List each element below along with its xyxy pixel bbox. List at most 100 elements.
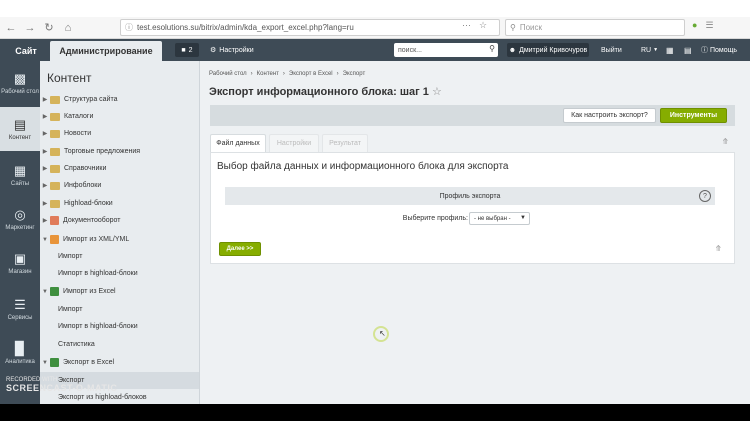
tree-item-offers[interactable]: ▶ Торговые предложения	[40, 143, 199, 160]
chevron-down-icon: ▼	[520, 215, 526, 221]
tree-label: Торговые предложения	[64, 148, 141, 155]
page-title: Экспорт информационного блока: шаг 1	[209, 86, 429, 98]
language-selector[interactable]: RU ▼	[641, 43, 658, 57]
rail-item-desktop[interactable]: ▩ Рабочий стол	[0, 61, 40, 105]
help-icon: ⓘ	[701, 47, 708, 54]
logout-link[interactable]: Выйти	[601, 43, 622, 57]
pin-icon[interactable]: ⤊	[722, 137, 729, 146]
reload-icon[interactable]: ↻	[41, 20, 57, 36]
profile-field-label: Выберите профиль:	[402, 215, 468, 222]
tree-label: Импорт из Excel	[63, 288, 116, 295]
tree-label: Импорт	[58, 306, 83, 313]
breadcrumb-item[interactable]: Контент	[257, 71, 279, 77]
tab-settings[interactable]: Настройки	[269, 134, 319, 152]
breadcrumb-item[interactable]: Экспорт	[343, 71, 366, 77]
search-icon[interactable]: ⚲	[489, 44, 495, 53]
tree-item-import-excel-import[interactable]: Импорт	[40, 301, 199, 318]
rail-item-content[interactable]: ▤ Контент	[0, 107, 40, 151]
expand-arrow-icon[interactable]: ▶	[40, 217, 50, 224]
bookmark-icon[interactable]: ☆	[479, 20, 487, 31]
tree-item-infoblocks[interactable]: ▶ Инфоблоки	[40, 177, 199, 194]
collapse-arrow-icon[interactable]: ▼	[40, 360, 50, 366]
expand-arrow-icon[interactable]: ▶	[40, 96, 50, 103]
collapse-arrow-icon[interactable]: ▼	[40, 289, 50, 295]
profile-select[interactable]: - не выбран - ▼	[469, 212, 530, 225]
expand-arrow-icon[interactable]: ▶	[40, 113, 50, 120]
settings-link[interactable]: ⚙ Настройки	[210, 43, 254, 57]
how-to-export-button[interactable]: Как настроить экспорт?	[563, 108, 656, 123]
extension-icon[interactable]: ●	[692, 20, 697, 31]
tools-button[interactable]: Инструменты	[660, 108, 727, 123]
more-icon[interactable]: ⋯	[462, 20, 471, 31]
rail-label: Контент	[8, 134, 32, 141]
top-strip	[0, 0, 750, 17]
expand-arrow-icon[interactable]: ▶	[40, 130, 50, 137]
tree-label: Инфоблоки	[64, 182, 102, 189]
help-question-icon[interactable]: ?	[699, 190, 711, 202]
expand-arrow-icon[interactable]: ▶	[40, 165, 50, 172]
collapse-arrow-icon[interactable]: ▼	[40, 237, 50, 243]
main-content: Рабочий стол › Контент › Экспорт в Excel…	[200, 61, 750, 404]
panel-icon[interactable]: ▤	[684, 43, 692, 57]
tree-item-export-excel[interactable]: ▼ Экспорт в Excel	[40, 354, 199, 371]
tree-item-import-excel[interactable]: ▼ Импорт из Excel	[40, 283, 199, 300]
tree-item-import-xml-highload[interactable]: Импорт в highload-блоки	[40, 265, 199, 282]
tree-item-import-xml[interactable]: ▼ Импорт из XML/YML	[40, 231, 199, 248]
expand-arrow-icon[interactable]: ▶	[40, 148, 50, 155]
rail-item-marketing[interactable]: ◎ Маркетинг	[0, 197, 40, 241]
notifications-button[interactable]: ■ 2	[175, 43, 199, 57]
tree-item-site-structure[interactable]: ▶ Структура сайта	[40, 91, 199, 108]
tree-label: Экспорт в Excel	[63, 359, 115, 366]
menu-icon[interactable]: ☰	[705, 20, 713, 31]
favorite-star-icon[interactable]: ☆	[432, 85, 442, 98]
export-form-panel: Выбор файла данных и информационного бло…	[210, 152, 735, 264]
grid-icon[interactable]: ▦	[666, 43, 674, 57]
folder-icon	[50, 164, 60, 173]
tree-item-references[interactable]: ▶ Справочники	[40, 160, 199, 177]
expand-arrow-icon[interactable]: ▶	[40, 182, 50, 189]
letterbox-bottom	[0, 404, 750, 421]
rail-item-sites[interactable]: ▦ Сайты	[0, 153, 40, 197]
help-link[interactable]: ⓘ Помощь	[701, 43, 737, 57]
browser-toolbar: ← → ↻ ⌂ ⓘ test.esolutions.su/bitrix/admi…	[0, 17, 750, 39]
tab-result[interactable]: Результат	[322, 134, 368, 152]
excel-icon	[50, 287, 59, 296]
tree-item-news[interactable]: ▶ Новости	[40, 125, 199, 142]
rail-label: Сервисы	[7, 314, 33, 321]
profile-field-row: Выберите профиль: - не выбран - ▼	[211, 212, 736, 226]
tree-item-import-xml-import[interactable]: Импорт	[40, 248, 199, 265]
pin-icon[interactable]: ⤊	[715, 244, 722, 253]
tree-item-statistics[interactable]: Статистика	[40, 336, 199, 353]
tree-item-workflow[interactable]: ▶ Документооборот	[40, 212, 199, 229]
tree-item-highload[interactable]: ▶ Highload-блоки	[40, 195, 199, 212]
rail-item-shop[interactable]: ▣ Магазин	[0, 241, 40, 285]
address-bar[interactable]: ⓘ test.esolutions.su/bitrix/admin/kda_ex…	[120, 19, 500, 36]
user-button[interactable]: ☻ Дмитрий Кривочуров	[507, 43, 589, 57]
browser-search-input[interactable]: ⚲ Поиск	[505, 19, 685, 36]
back-icon[interactable]: ←	[3, 20, 19, 36]
search-icon: ⚲	[510, 23, 516, 32]
tree-item-catalogs[interactable]: ▶ Каталоги	[40, 108, 199, 125]
home-icon[interactable]: ⌂	[60, 20, 76, 36]
expand-arrow-icon[interactable]: ▶	[40, 200, 50, 207]
excel-icon	[50, 358, 59, 367]
tab-data-file[interactable]: Файл данных	[210, 134, 266, 152]
tree-item-import-excel-highload[interactable]: Импорт в highload-блоки	[40, 318, 199, 335]
rail-label: Маркетинг	[5, 224, 35, 231]
sidebar: Контент ▶ Структура сайта ▶ Каталоги ▶ Н…	[40, 61, 200, 404]
browser-extensions: ● ☰	[692, 20, 714, 31]
administration-tab[interactable]: Администрирование	[50, 41, 162, 61]
folder-icon	[50, 112, 60, 121]
rail-item-services[interactable]: ☰ Сервисы	[0, 287, 40, 331]
rail-item-analytics[interactable]: ▉ Аналитика	[0, 331, 40, 375]
breadcrumb-item[interactable]: Экспорт в Excel	[289, 71, 333, 77]
search-placeholder: Поиск	[519, 23, 543, 32]
folder-icon	[50, 95, 60, 104]
admin-search-input[interactable]: поиск... ⚲	[394, 43, 498, 57]
forward-icon[interactable]: →	[22, 20, 38, 36]
site-tab[interactable]: Сайт	[6, 42, 46, 59]
breadcrumb-item[interactable]: Рабочий стол	[209, 71, 247, 77]
tree-label: Экспорт из highload-блоков	[58, 394, 147, 401]
next-button[interactable]: Далее >>	[219, 242, 261, 256]
tree-label: Документооборот	[63, 217, 121, 224]
